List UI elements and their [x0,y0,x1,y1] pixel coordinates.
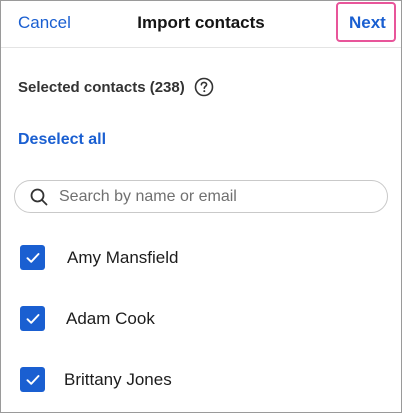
checkmark-icon [26,252,39,263]
checkmark-icon [26,374,39,385]
search-icon [29,187,49,207]
next-button[interactable]: Next [349,13,386,33]
contact-row[interactable]: Amy Mansfield [20,245,178,270]
search-input[interactable] [57,186,361,207]
contact-name: Adam Cook [66,308,155,328]
deselect-all-button[interactable]: Deselect all [18,131,106,149]
search-bar[interactable] [14,180,388,213]
import-contacts-screen: Cancel Import contacts Next Selected con… [0,0,402,413]
contact-name: Amy Mansfield [67,247,179,267]
checkbox-checked[interactable] [20,245,45,270]
checkbox-checked[interactable] [20,367,45,392]
checkmark-icon [26,313,39,324]
contact-name: Brittany Jones [64,369,172,389]
header-divider [1,47,401,48]
question-circle-icon[interactable] [194,77,214,97]
header-bar: Cancel Import contacts Next [1,1,401,47]
selected-contacts-row: Selected contacts (238) [18,77,214,97]
selected-contacts-label: Selected contacts (238) [18,78,185,96]
checkbox-checked[interactable] [20,306,45,331]
contact-row[interactable]: Brittany Jones [20,367,172,392]
contact-row[interactable]: Adam Cook [20,306,155,331]
